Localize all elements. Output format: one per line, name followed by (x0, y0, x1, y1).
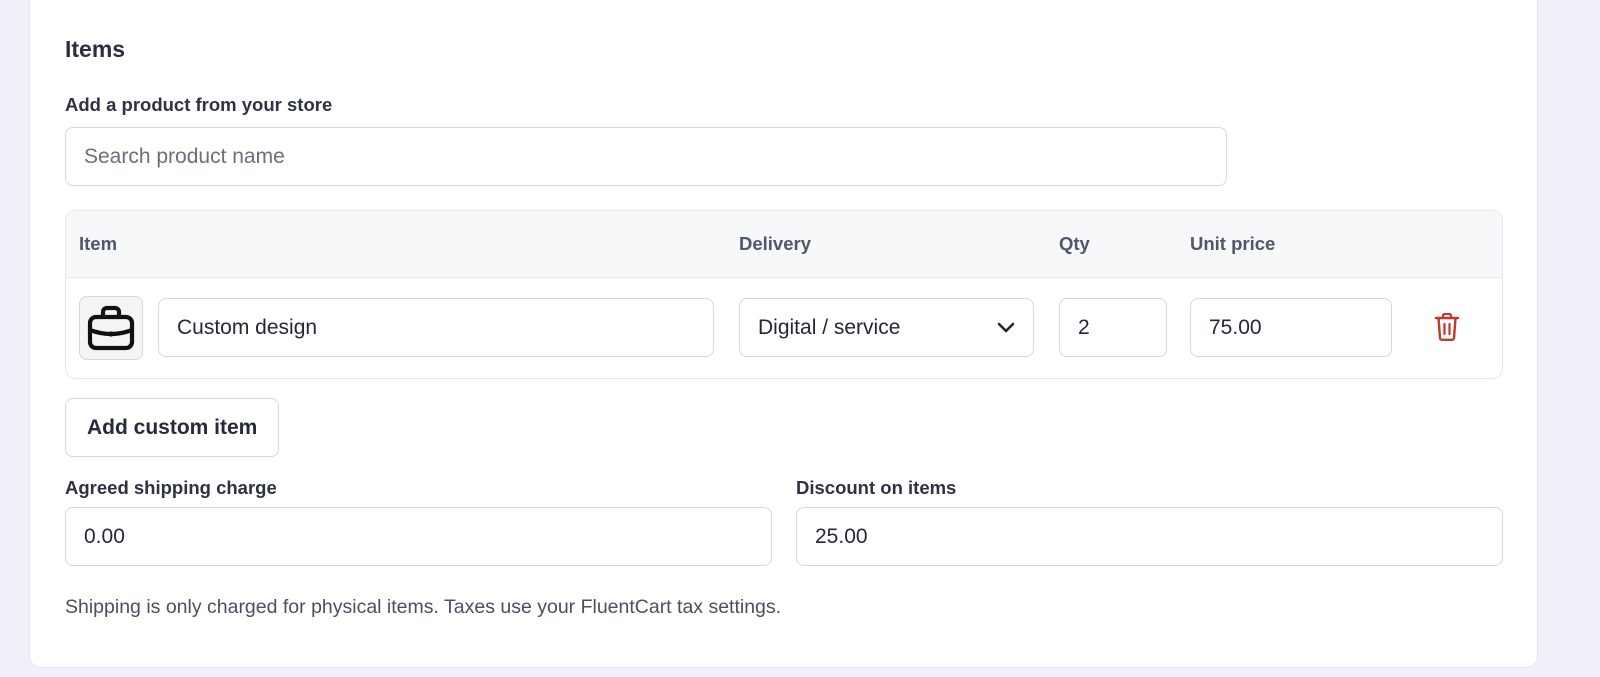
column-header-unit-price: Unit price (1190, 233, 1276, 254)
delivery-select[interactable]: Digital / service (739, 298, 1034, 357)
item-name-input[interactable] (158, 298, 714, 357)
column-header-item: Item (79, 233, 118, 254)
unit-price-input[interactable] (1190, 298, 1392, 357)
product-search-label: Add a product from your store (65, 94, 333, 115)
items-table-header: Item Delivery Qty Unit price (66, 211, 1502, 278)
section-title: Items (65, 36, 126, 62)
briefcase-icon (87, 305, 135, 351)
column-header-delivery: Delivery (739, 233, 811, 254)
items-table: Item Delivery Qty Unit price Digital / s… (65, 210, 1503, 379)
add-custom-item-button[interactable]: Add custom item (65, 398, 280, 457)
trash-icon (1434, 313, 1460, 341)
item-image[interactable] (79, 296, 143, 360)
shipping-charge-label: Agreed shipping charge (65, 477, 277, 498)
delivery-selected-value: Digital / service (758, 315, 901, 339)
column-header-qty: Qty (1059, 233, 1090, 254)
discount-input[interactable] (796, 507, 1503, 566)
quantity-input[interactable] (1059, 298, 1167, 357)
shipping-charge-input[interactable] (65, 507, 772, 566)
delete-item-button[interactable] (1431, 311, 1463, 343)
chevron-down-icon (997, 322, 1015, 332)
discount-label: Discount on items (796, 477, 957, 498)
product-search-input[interactable] (65, 127, 1227, 186)
shipping-tax-note: Shipping is only charged for physical it… (65, 596, 782, 618)
